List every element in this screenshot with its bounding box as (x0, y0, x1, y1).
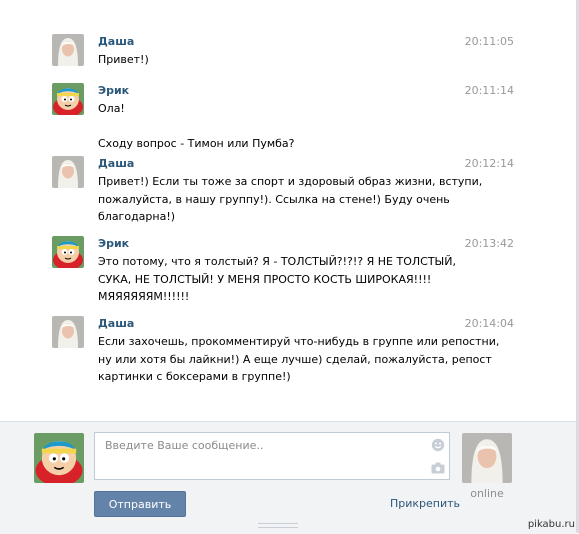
blonde-girl-avatar-icon (462, 433, 512, 483)
attach-link[interactable]: Прикрепить (390, 497, 460, 510)
message-text: Привет!) Если ты тоже за спорт и здоровы… (98, 175, 483, 188)
message-time: 20:13:42 (464, 237, 514, 250)
message-text: Если захочешь, прокомментируй что-нибудь… (98, 335, 500, 348)
resize-handle[interactable] (258, 523, 298, 528)
avatar[interactable] (52, 236, 84, 268)
avatar[interactable] (52, 316, 84, 348)
message-text: Ола! (98, 102, 125, 115)
blonde-girl-avatar-icon (52, 156, 84, 188)
message-text: пожалуйста, в нашу группу!). Ссылка на с… (98, 192, 450, 206)
message-text: Привет!) (98, 53, 149, 66)
message-text: благодарна!) (98, 210, 176, 223)
camera-icon[interactable] (431, 462, 445, 474)
message-time: 20:11:14 (464, 84, 514, 97)
message-history: Даша 20:11:05 Привет!) Эрик 20:11:14 Ола… (0, 0, 576, 420)
message-text: МЯЯЯЯЯЯМ!!!!!! (98, 290, 190, 303)
blonde-girl-avatar-icon (52, 34, 84, 66)
watermark: pikabu.ru (527, 519, 575, 530)
peer-avatar[interactable] (462, 433, 512, 483)
message-text: СУКА, НЕ ТОЛСТЫЙ! У МЕНЯ ПРОСТО КОСТЬ ШИ… (98, 272, 432, 286)
message-time: 20:12:14 (464, 157, 514, 170)
message-author[interactable]: Эрик (98, 236, 129, 251)
message-text: Это потому, что я толстый? Я - ТОЛСТЫЙ?!… (98, 255, 456, 268)
peer-status: online (470, 487, 504, 500)
message-text (98, 118, 448, 135)
message-text: ну или хотя бы лайкни!) А еще лучше) сде… (98, 352, 492, 366)
cartman-avatar-icon (52, 236, 84, 268)
message-input[interactable] (95, 433, 415, 457)
smile-icon[interactable] (431, 438, 445, 452)
message-input-box[interactable] (94, 432, 450, 480)
avatar[interactable] (52, 156, 84, 188)
message-time: 20:11:05 (464, 35, 514, 48)
avatar[interactable] (52, 83, 84, 115)
message-author[interactable]: Даша (98, 316, 134, 331)
message-text: картинки с боксерами в группе!) (98, 370, 291, 383)
message-author[interactable]: Даша (98, 34, 134, 49)
message-text: Сходу вопрос - Тимон или Пумба? (98, 136, 295, 150)
message-author[interactable]: Даша (98, 156, 134, 171)
send-button[interactable]: Отправить (94, 491, 186, 517)
my-avatar[interactable] (34, 433, 84, 483)
message-author[interactable]: Эрик (98, 83, 129, 98)
blonde-girl-avatar-icon (52, 316, 84, 348)
cartman-avatar-icon (34, 433, 84, 483)
cartman-avatar-icon (52, 83, 84, 115)
avatar[interactable] (52, 34, 84, 66)
message-composer: Отправить Прикрепить online (0, 421, 576, 534)
message-time: 20:14:04 (464, 317, 514, 330)
